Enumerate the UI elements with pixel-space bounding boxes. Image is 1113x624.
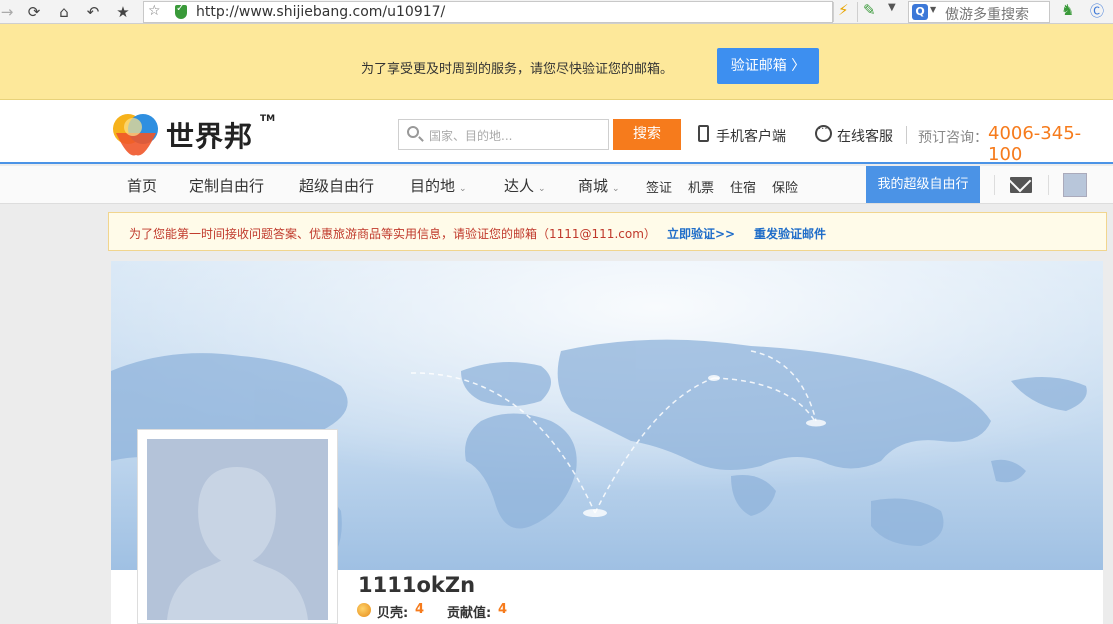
chevron-down-icon: ⌄ (459, 184, 467, 194)
nav-item-hotels[interactable]: 住宿 (730, 177, 756, 196)
nav-item-expert[interactable]: 达人 ⌄ (504, 175, 546, 196)
pin-icon[interactable]: ✎ (863, 1, 876, 19)
shell-coin-icon (357, 603, 371, 617)
verify-now-link[interactable]: 立即验证>> (667, 225, 735, 242)
nav-expert-label: 达人 (504, 177, 535, 195)
user-icon[interactable]: ♞ (1061, 1, 1074, 19)
address-bar[interactable]: ☆ http://www.shijiebang.com/u10917/ (143, 1, 833, 23)
search-icon (407, 126, 419, 138)
nav-divider (994, 175, 995, 195)
bookmark-star-icon[interactable]: ★ (113, 2, 133, 22)
nav-item-custom-trip[interactable]: 定制自由行 (189, 175, 264, 196)
search-placeholder: 国家、目的地... (429, 129, 513, 143)
booking-phone: 4006-345-100 (988, 123, 1082, 165)
chat-bubble-icon[interactable] (815, 124, 832, 142)
shell-value[interactable]: 4 (415, 602, 424, 617)
chevron-down-icon: ⌄ (538, 184, 546, 194)
resend-email-link[interactable]: 重发验证邮件 (754, 225, 826, 242)
security-shield-icon (175, 3, 187, 19)
url-text[interactable]: http://www.shijiebang.com/u10917/ (196, 4, 445, 20)
nav-destination-label: 目的地 (410, 177, 456, 195)
verify-email-button[interactable]: 验证邮箱 〉 (717, 48, 819, 84)
nav-divider (1048, 175, 1049, 195)
toolbar-divider (857, 2, 858, 22)
translate-icon[interactable]: Ⓒ (1090, 1, 1104, 21)
nav-item-insurance[interactable]: 保险 (772, 177, 798, 196)
toolbar-divider (833, 2, 834, 22)
online-service-link[interactable]: 在线客服 (837, 126, 893, 146)
mail-icon[interactable] (1010, 177, 1032, 193)
nav-item-home[interactable]: 首页 (127, 175, 157, 196)
search-engine-dropdown-icon[interactable]: ▼ (930, 5, 936, 14)
search-engine-icon[interactable]: Q (912, 4, 928, 20)
browser-toolbar: → ⟳ ⌂ ↶ ★ ☆ http://www.shijiebang.com/u1… (0, 0, 1113, 24)
header-divider (906, 126, 907, 144)
dropdown-arrow-icon[interactable]: ▼ (888, 2, 896, 13)
default-avatar-silhouette-icon (147, 439, 328, 620)
profile-username: 1111okZn (358, 573, 476, 597)
destination-search-input[interactable]: 国家、目的地... (398, 119, 609, 150)
shell-label: 贝壳: (377, 606, 409, 621)
logo-text[interactable]: 世界邦 (166, 115, 253, 155)
forward-icon[interactable]: → (0, 2, 14, 22)
profile-avatar-card (137, 429, 338, 624)
favorite-icon[interactable]: ☆ (148, 3, 161, 19)
site-header: 世界邦 TM 国家、目的地... 搜索 手机客户端 在线客服 预订咨询： 400… (0, 100, 1113, 165)
nav-item-visa[interactable]: 签证 (646, 177, 672, 196)
contribution-value[interactable]: 4 (498, 602, 507, 617)
lightning-icon[interactable]: ⚡ (838, 1, 849, 19)
undo-icon[interactable]: ↶ (83, 2, 103, 22)
nav-item-destination[interactable]: 目的地 ⌄ (410, 175, 467, 196)
nav-item-flights[interactable]: 机票 (688, 177, 714, 196)
multi-search-placeholder: 傲游多重搜索 (945, 7, 1029, 23)
booking-label: 预订咨询： (918, 130, 988, 146)
search-button[interactable]: 搜索 (613, 119, 681, 150)
nav-mall-label: 商城 (578, 177, 609, 195)
email-verify-notice: 为了您能第一时间接收问题答案、优惠旅游商品等实用信息，请验证您的邮箱（1111@… (108, 212, 1107, 251)
nav-item-super-trip[interactable]: 超级自由行 (299, 175, 374, 196)
verify-email-banner: 为了享受更及时周到的服务，请您尽快验证您的邮箱。 验证邮箱 〉 (0, 24, 1113, 100)
home-icon[interactable]: ⌂ (54, 2, 74, 22)
logo-icon[interactable] (111, 111, 161, 157)
contribution-label: 贡献值: (447, 606, 492, 621)
chevron-down-icon: ⌄ (612, 184, 620, 194)
notice-text: 为了您能第一时间接收问题答案、优惠旅游商品等实用信息，请验证您的邮箱（1111@… (129, 227, 656, 241)
verify-banner-text: 为了享受更及时周到的服务，请您尽快验证您的邮箱。 (361, 62, 674, 77)
logo-trademark: TM (260, 114, 276, 124)
mobile-client-link[interactable]: 手机客户端 (716, 126, 786, 146)
my-super-trip-button[interactable]: 我的超级自由行 (866, 166, 980, 203)
multi-search-box[interactable]: Q ▼ 傲游多重搜索 (908, 1, 1050, 23)
refresh-icon[interactable]: ⟳ (24, 2, 44, 22)
nav-item-mall[interactable]: 商城 ⌄ (578, 175, 620, 196)
main-nav: 首页 定制自由行 超级自由行 目的地 ⌄ 达人 ⌄ 商城 ⌄ 签证 机票 住宿 保险 … (0, 166, 1113, 204)
avatar[interactable] (147, 439, 328, 620)
mobile-phone-icon[interactable] (698, 125, 709, 142)
nav-avatar[interactable] (1063, 173, 1087, 197)
